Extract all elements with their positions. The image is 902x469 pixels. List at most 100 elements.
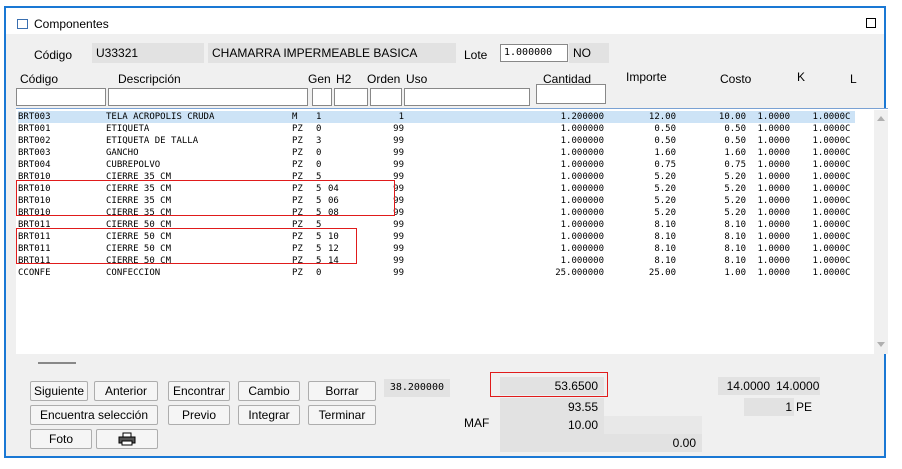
- terminar-button[interactable]: Terminar: [308, 405, 376, 425]
- cell-cantidad: 25.000000: [555, 268, 604, 278]
- table-row[interactable]: BRT001 ETIQUETA PZ 0 99 1.000000 0.50 0.50 1.000…: [18, 123, 855, 135]
- cell-l: 1.0000: [812, 196, 845, 206]
- maximize-button[interactable]: [866, 18, 876, 28]
- lote-input[interactable]: 1.000000: [500, 44, 568, 62]
- subtotal-field: 93.55: [500, 398, 604, 416]
- cell-k: 1.0000: [757, 220, 790, 230]
- cell-cantidad: 1.000000: [560, 184, 604, 194]
- filter-cantidad[interactable]: [536, 84, 606, 104]
- cell-costo: 1.60: [724, 148, 746, 158]
- col-h2: H2: [336, 72, 352, 86]
- cell-codigo: BRT003: [18, 111, 106, 123]
- descripcion-field[interactable]: CHAMARRA IMPERMEABLE BASICA: [208, 43, 456, 63]
- cell-cantidad: 1.200000: [404, 111, 604, 123]
- blank-field: [500, 434, 604, 452]
- cell-extra: C: [845, 244, 851, 254]
- integrar-button[interactable]: Integrar: [238, 405, 300, 425]
- highlight-cierre-50: [16, 228, 357, 264]
- cambio-button[interactable]: Cambio: [238, 381, 300, 401]
- cell-orden: 99: [393, 160, 404, 170]
- cell-h2: [328, 123, 350, 135]
- cantidad-total: 38.200000: [384, 379, 450, 397]
- cell-uso-unit: PZ: [292, 148, 303, 158]
- cell-uso-unit: PZ: [292, 124, 303, 134]
- no-field: NO: [569, 43, 609, 63]
- anterior-button[interactable]: Anterior: [94, 381, 158, 401]
- cell-importe: 0.50: [654, 124, 676, 134]
- cell-importe: 5.20: [654, 196, 676, 206]
- print-button[interactable]: [96, 429, 158, 449]
- filter-orden[interactable]: [370, 88, 402, 106]
- cell-orden: 99: [393, 232, 404, 242]
- cell-costo: 8.10: [724, 244, 746, 254]
- table-row[interactable]: BRT003 GANCHO PZ 0 99 1.000000 1.60 1.60 1.0000 1…: [18, 147, 855, 159]
- cell-gen: 0: [316, 148, 322, 158]
- filter-gen[interactable]: [312, 88, 332, 106]
- cell-descripcion: CONFECCION: [106, 268, 161, 278]
- cell-cantidad: 1.000000: [560, 256, 604, 266]
- col-costo: Costo: [720, 72, 752, 86]
- col-l: L: [850, 72, 857, 86]
- cell-k: 1.0000: [757, 124, 790, 134]
- cell-gen: 0: [316, 160, 322, 170]
- previo-button[interactable]: Previo: [168, 405, 230, 425]
- table-row[interactable]: BRT004 CUBREPOLVO PZ 0 99 1.000000 0.75 0.75 1.0…: [18, 159, 855, 171]
- l-total: 14.0000: [776, 377, 820, 395]
- table-row[interactable]: CCONFE CONFECCION PZ 0 99 25.000000 25.00 1.00 1…: [18, 267, 855, 279]
- filter-uso[interactable]: [404, 88, 530, 106]
- foto-button[interactable]: Foto: [30, 429, 92, 449]
- filter-descripcion[interactable]: [108, 88, 308, 106]
- cell-cantidad: 1.000000: [560, 244, 604, 254]
- table-row[interactable]: BRT002 ETIQUETA DE TALLA PZ 3 99 1.000000 0.50…: [18, 135, 855, 147]
- vertical-scrollbar[interactable]: [874, 110, 888, 354]
- filter-h2[interactable]: [334, 88, 368, 106]
- cell-h2: [328, 159, 350, 171]
- cell-h2: [328, 111, 350, 123]
- cell-gen: 1: [316, 111, 328, 123]
- horizontal-scroll-thumb[interactable]: [38, 362, 76, 364]
- encuentra-seleccion-button[interactable]: Encuentra selección: [30, 405, 158, 425]
- cell-importe: 12.00: [604, 111, 676, 123]
- cell-uso-unit: PZ: [292, 160, 303, 170]
- cell-h2: [328, 267, 350, 279]
- cell-extra: C: [845, 268, 851, 278]
- cell-k: 1.0000: [757, 268, 790, 278]
- cell-l: 1.0000: [812, 256, 845, 266]
- cell-extra: C: [845, 196, 851, 206]
- encontrar-button[interactable]: Encontrar: [168, 381, 230, 401]
- cell-cantidad: 1.000000: [560, 220, 604, 230]
- cell-descripcion: ETIQUETA DE TALLA: [106, 136, 199, 146]
- cell-l: 1.0000: [812, 124, 845, 134]
- maf-field: 10.00: [500, 416, 604, 434]
- cell-importe: 8.10: [654, 232, 676, 242]
- cell-importe: 8.10: [654, 256, 676, 266]
- borrar-button[interactable]: Borrar: [308, 381, 376, 401]
- maf-label: MAF: [464, 416, 490, 430]
- filter-codigo[interactable]: [16, 88, 106, 106]
- cell-k: 1.0000: [757, 208, 790, 218]
- cell-k: 1.0000: [757, 172, 790, 182]
- cell-codigo: CCONFE: [18, 268, 51, 278]
- cell-gen: 0: [316, 124, 322, 134]
- cell-k: 1.0000: [757, 232, 790, 242]
- cell-costo: 5.20: [724, 184, 746, 194]
- cell-importe: 1.60: [654, 148, 676, 158]
- table-row[interactable]: BRT003 TELA ACROPOLIS CRUDA M 1 1 1.200000 12.…: [18, 111, 855, 123]
- cell-importe: 0.50: [654, 136, 676, 146]
- cell-k: 1.0000: [757, 136, 790, 146]
- cell-h2: [328, 147, 350, 159]
- printer-icon: [118, 432, 136, 446]
- cell-cantidad: 1.000000: [560, 160, 604, 170]
- cell-extra: C: [845, 160, 851, 170]
- cell-descripcion: ETIQUETA: [106, 124, 150, 134]
- col-descripcion: Descripción: [118, 72, 181, 86]
- codigo-field[interactable]: U33321: [92, 43, 204, 63]
- cell-l: 1.0000: [812, 184, 845, 194]
- cell-codigo: BRT002: [18, 136, 51, 146]
- cell-orden: 99: [393, 136, 404, 146]
- horizontal-scrollbar[interactable]: [16, 354, 874, 370]
- siguiente-button[interactable]: Siguiente: [30, 381, 88, 401]
- componentes-window: Componentes Código U33321 CHAMARRA IMPER…: [4, 6, 888, 458]
- cell-importe: 25.00: [648, 268, 676, 278]
- pe-count: 1: [744, 398, 794, 416]
